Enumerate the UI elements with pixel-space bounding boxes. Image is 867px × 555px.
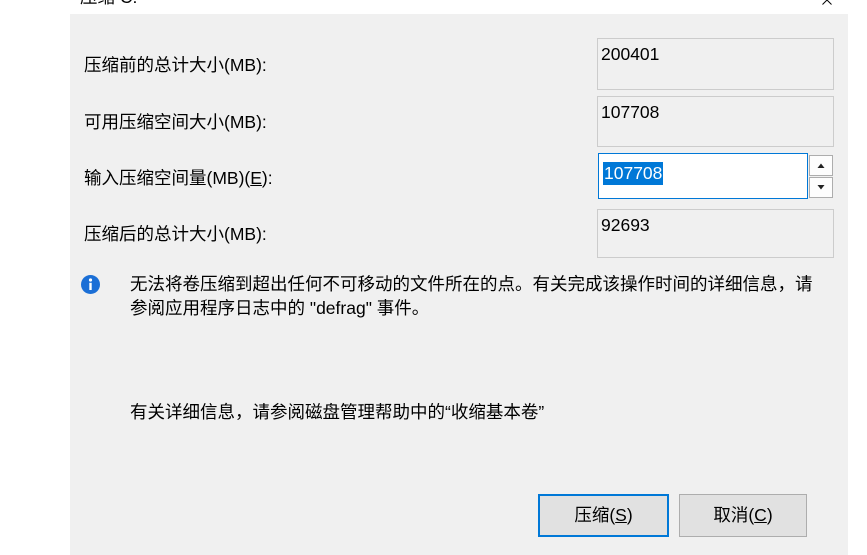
- access-key-underline: E: [250, 168, 262, 188]
- info-text-line-1: 无法将卷压缩到超出任何不可移动的文件所在的点。有关完成该操作时间的详细信息，请: [130, 274, 813, 294]
- shrink-amount-input[interactable]: 107708: [598, 153, 808, 199]
- title-bar[interactable]: 压缩 C:: [70, 0, 848, 14]
- access-key-underline: S: [615, 505, 627, 525]
- available-space-label: 可用压缩空间大小(MB):: [84, 112, 267, 132]
- close-icon: [822, 0, 832, 5]
- spinner-down-button[interactable]: [809, 177, 833, 198]
- access-key-underline: C: [754, 505, 767, 525]
- total-before-value: 200401: [597, 38, 834, 90]
- cancel-button[interactable]: 取消(C): [679, 494, 807, 537]
- info-icon: [81, 275, 100, 294]
- spin-up-icon: [817, 163, 825, 168]
- spinner-up-button[interactable]: [809, 155, 833, 176]
- available-space-value: 107708: [597, 96, 834, 147]
- total-before-label: 压缩前的总计大小(MB):: [84, 55, 267, 75]
- close-button[interactable]: [812, 0, 842, 12]
- spin-down-icon: [817, 185, 825, 190]
- shrink-amount-selected-value: 107708: [603, 162, 664, 185]
- info-text-line-2: 参阅应用程序日志中的 "defrag" 事件。: [130, 298, 430, 318]
- total-after-label: 压缩后的总计大小(MB):: [84, 224, 267, 244]
- window-title: 压缩 C:: [80, 0, 137, 8]
- shrink-button[interactable]: 压缩(S): [538, 494, 669, 537]
- total-after-value: 92693: [597, 209, 834, 258]
- shrink-dialog: 压缩 C: 压缩前的总计大小(MB): 200401 可用压缩空间大小(MB):…: [70, 0, 848, 555]
- screenshot-page: 压缩 C: 压缩前的总计大小(MB): 200401 可用压缩空间大小(MB):…: [0, 0, 867, 555]
- help-text: 有关详细信息，请参阅磁盘管理帮助中的“收缩基本卷”: [130, 402, 545, 422]
- shrink-amount-spinner: [809, 155, 833, 198]
- shrink-amount-label: 输入压缩空间量(MB)(E):: [84, 168, 273, 188]
